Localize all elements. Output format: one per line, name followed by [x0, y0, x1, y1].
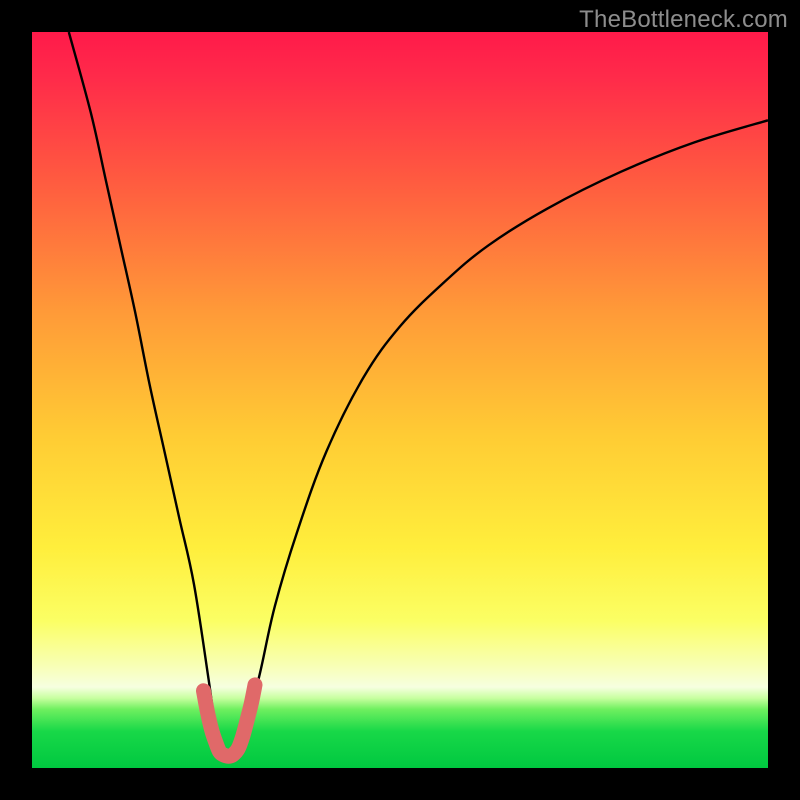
- bottleneck-chart: [0, 0, 800, 800]
- plot-area: [32, 32, 768, 768]
- chart-frame: TheBottleneck.com: [0, 0, 800, 800]
